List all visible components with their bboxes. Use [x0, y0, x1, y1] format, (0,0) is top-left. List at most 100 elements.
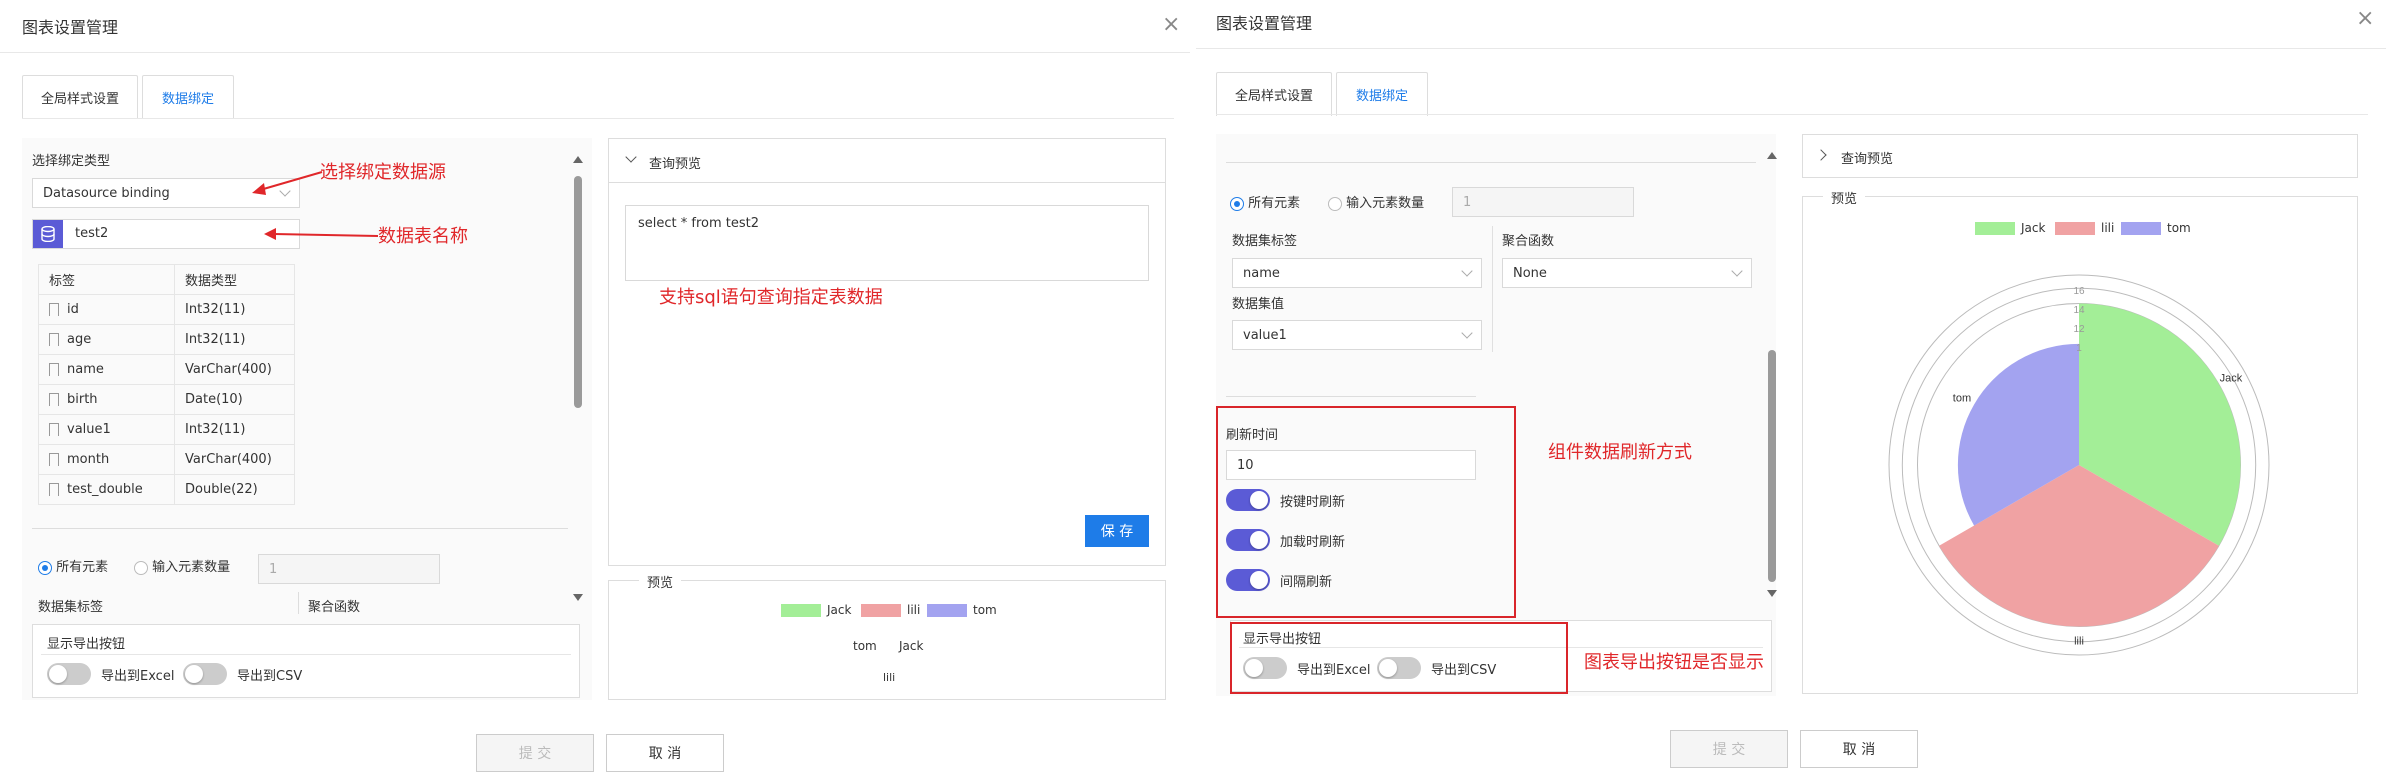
legend-item-lili: lili [861, 603, 920, 617]
close-icon[interactable]: × [2356, 8, 2374, 30]
radio-count[interactable]: 输入元素数量 [134, 556, 230, 575]
field-label: name [67, 362, 104, 377]
legend-swatch [1975, 221, 2015, 235]
radial-tick-label: 16 [2073, 286, 2085, 297]
col-label: 标签 [38, 264, 175, 295]
table-row[interactable]: age Int32(11) [38, 324, 295, 355]
table-name-value: test2 [75, 226, 109, 241]
dataset-select[interactable]: name [1232, 258, 1482, 288]
dataset-label: 数据集标签 [1232, 234, 1298, 249]
fields-table: 标签 数据类型 id Int32(11) age Int32(11) name Var… [38, 264, 295, 505]
close-icon[interactable]: × [1162, 14, 1180, 36]
scroll-up-icon[interactable] [1767, 152, 1777, 159]
legend-item-jack: Jack [781, 603, 851, 617]
bookmark-icon [49, 363, 59, 376]
save-button[interactable]: 保 存 [1085, 515, 1149, 547]
annotation-table: 数据表名称 [378, 226, 468, 247]
preview-title: 预览 [1823, 188, 1866, 207]
table-row[interactable]: name VarChar(400) [38, 354, 295, 385]
legend-item-jack: Jack [1975, 221, 2045, 235]
agg-label: 聚合函数 [308, 600, 361, 615]
legend-label: lili [2101, 221, 2115, 235]
field-type: Date(10) [174, 384, 295, 415]
scroll-down-icon[interactable] [1767, 590, 1777, 597]
chevron-right-icon [1815, 149, 1827, 161]
radial-tick-label: 12 [2073, 324, 2085, 335]
tab-global-style[interactable]: 全局样式设置 [22, 75, 138, 119]
bookmark-icon [49, 333, 59, 346]
table-row[interactable]: id Int32(11) [38, 294, 295, 325]
export-highlight [1230, 622, 1568, 694]
refresh-interval-toggle[interactable] [1226, 569, 1270, 591]
scrollbar[interactable] [574, 176, 582, 408]
cancel-button[interactable]: 取 消 [1800, 730, 1918, 768]
refresh-time-input[interactable]: 10 [1226, 450, 1476, 480]
tab-data-binding[interactable]: 数据绑定 [142, 75, 234, 119]
table-name-field[interactable]: test2 [32, 219, 300, 249]
refresh-on-key-toggle[interactable] [1226, 489, 1270, 511]
preview-label-jack: Jack [899, 639, 924, 653]
field-type: VarChar(400) [174, 354, 295, 385]
scrollbar[interactable] [1768, 350, 1776, 582]
field-label: value1 [67, 422, 111, 437]
radio-icon [38, 560, 52, 575]
table-row[interactable]: month VarChar(400) [38, 444, 295, 475]
dialog-title: 图表设置管理 [22, 18, 119, 37]
table-row[interactable]: value1 Int32(11) [38, 414, 295, 445]
table-row[interactable]: birth Date(10) [38, 384, 295, 415]
refresh-time-label: 刷新时间 [1226, 428, 1279, 443]
count-input[interactable]: 1 [1452, 187, 1634, 217]
agg-select[interactable]: None [1502, 258, 1752, 288]
legend-item-lili: lili [2055, 221, 2114, 235]
annotation-export: 图表导出按钮是否显示 [1584, 652, 1764, 673]
radio-all[interactable]: 所有元素 [1230, 192, 1300, 211]
chevron-down-icon [1461, 327, 1473, 339]
tab-data-binding[interactable]: 数据绑定 [1336, 72, 1428, 116]
legend-swatch [861, 603, 901, 617]
query-preview-title: 查询预览 [1841, 152, 1894, 167]
database-icon [33, 220, 63, 248]
refresh-on-load-toggle[interactable] [1226, 529, 1270, 551]
preview-label-tom: tom [853, 639, 877, 653]
count-input[interactable]: 1 [258, 554, 440, 584]
binding-type-label: 选择绑定类型 [32, 154, 111, 169]
field-label: test_double [67, 482, 143, 497]
cancel-button[interactable]: 取 消 [606, 734, 724, 772]
field-label: id [67, 302, 79, 317]
table-row[interactable]: test_double Double(22) [38, 474, 295, 505]
left-dialog: 图表设置管理 × 全局样式设置 数据绑定 选择绑定类型 Datasource b… [0, 0, 1190, 778]
dataset-value-select[interactable]: value1 [1232, 320, 1482, 350]
refresh-on-load-label: 加载时刷新 [1280, 535, 1346, 550]
query-preview-header[interactable]: 查询预览 [1802, 134, 2358, 178]
scroll-down-icon[interactable] [573, 594, 583, 601]
submit-button[interactable]: 提 交 [476, 734, 594, 772]
query-preview-header[interactable]: 查询预览 [609, 139, 1165, 183]
radio-all-label: 所有元素 [56, 560, 109, 575]
query-preview-panel: 查询预览 select * from test2 支持sql语句查询指定表数据 … [608, 138, 1166, 566]
tab-global-style[interactable]: 全局样式设置 [1216, 72, 1332, 116]
bookmark-icon [49, 453, 59, 466]
radio-icon [1230, 196, 1244, 211]
radial-tick-label: 1 [2076, 343, 2082, 354]
bookmark-icon [49, 393, 59, 406]
bookmark-icon [49, 303, 59, 316]
sql-editor[interactable]: select * from test2 [625, 205, 1149, 281]
dataset-label: 数据集标签 [38, 600, 104, 615]
right-dialog: 图表设置管理 × 全局样式设置 数据绑定 所有元素 输入元素数量 1 数据集标签… [1196, 0, 2386, 778]
scroll-up-icon[interactable] [573, 156, 583, 163]
legend-label: Jack [2021, 221, 2046, 235]
export-csv-toggle[interactable] [183, 663, 227, 685]
submit-button[interactable]: 提 交 [1670, 730, 1788, 768]
export-section: 显示导出按钮 导出到Excel 导出到CSV [32, 624, 580, 698]
export-excel-toggle[interactable] [47, 663, 91, 685]
legend-label: tom [2167, 221, 2191, 235]
radio-all-label: 所有元素 [1248, 196, 1301, 211]
binding-type-value: Datasource binding [43, 185, 170, 201]
radio-all[interactable]: 所有元素 [38, 556, 108, 575]
annotation-refresh: 组件数据刷新方式 [1548, 442, 1692, 463]
agg-value: None [1513, 265, 1547, 281]
dataset-value-value: value1 [1243, 327, 1287, 343]
radio-count-label: 输入元素数量 [1346, 196, 1425, 211]
radio-count[interactable]: 输入元素数量 [1328, 192, 1424, 211]
legend-swatch [2055, 221, 2095, 235]
